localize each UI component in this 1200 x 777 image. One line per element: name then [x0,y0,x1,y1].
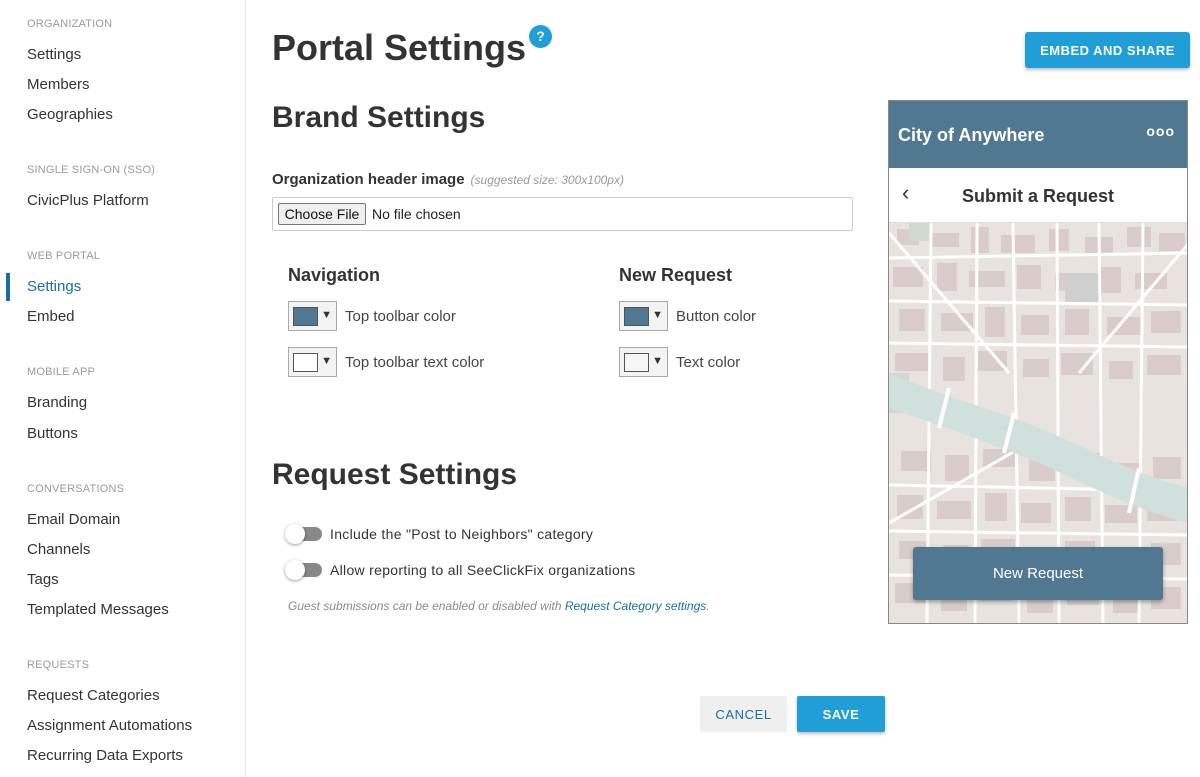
toolbar-text-color-picker[interactable]: ▼ [288,347,337,377]
toggle-knob [285,524,305,544]
preview-subheader: ‹ Submit a Request [889,168,1187,223]
page-title: Portal Settings [272,27,527,68]
button-color-chip [624,307,649,326]
sidebar-item-branding[interactable]: Branding [27,394,87,411]
cancel-button[interactable]: CANCEL [700,696,787,732]
post-to-neighbors-toggle[interactable] [285,524,322,544]
new-request-heading: New Request [619,265,733,285]
header-image-hint: (suggested size: 300x100px) [470,173,624,187]
all-orgs-toggle[interactable] [285,560,322,580]
sidebar-item-members[interactable]: Members [27,76,90,93]
chevron-down-icon: ▼ [321,355,332,367]
sidebar: ORGANIZATION Settings Members Geographie… [0,0,246,777]
sidebar-section-web-portal: WEB PORTAL [27,250,101,262]
text-color-chip [624,353,649,372]
sidebar-section-organization: ORGANIZATION [27,18,113,30]
more-icon: ooo [1146,123,1175,139]
sidebar-item-tags[interactable]: Tags [27,571,59,588]
sidebar-item-channels[interactable]: Channels [27,541,90,558]
navigation-heading: Navigation [288,265,381,285]
save-button[interactable]: SAVE [797,696,885,732]
chevron-down-icon: ▼ [652,309,663,321]
header-image-label: Organization header image (suggested size… [272,171,624,188]
sidebar-item-templated-messages[interactable]: Templated Messages [27,601,169,618]
sidebar-item-portal-settings[interactable]: Settings [27,278,81,295]
sidebar-item-embed[interactable]: Embed [27,308,75,325]
chevron-down-icon: ▼ [652,355,663,367]
guest-note: Guest submissions can be enabled or disa… [288,599,710,613]
button-color-picker[interactable]: ▼ [619,301,668,331]
preview-toolbar-title: City of Anywhere [898,125,1045,145]
post-to-neighbors-label: Include the "Post to Neighbors" category [330,526,594,542]
text-color-picker[interactable]: ▼ [619,347,668,377]
file-status: No file chosen [372,206,461,222]
toolbar-color-chip [293,307,318,326]
file-input[interactable]: Choose File No file chosen [272,197,853,231]
choose-file-button[interactable]: Choose File [278,203,366,225]
help-icon[interactable]: ? [529,25,552,48]
chevron-down-icon: ▼ [321,309,332,321]
toolbar-color-label: Top toolbar color [345,308,456,325]
sidebar-item-buttons[interactable]: Buttons [27,425,78,442]
sidebar-item-recurring-data-exports[interactable]: Recurring Data Exports [27,747,183,764]
button-color-label: Button color [676,308,757,325]
sidebar-item-civicplus-platform[interactable]: CivicPlus Platform [27,192,149,209]
all-orgs-label: Allow reporting to all SeeClickFix organ… [330,562,636,578]
sidebar-section-conversations: CONVERSATIONS [27,483,125,495]
header-image-label-text: Organization header image [272,171,465,188]
request-category-settings-link[interactable]: Request Category settings [565,599,706,613]
embed-and-share-button[interactable]: EMBED AND SHARE [1025,32,1190,68]
toggle-knob [285,560,305,580]
active-indicator [6,273,10,301]
sidebar-section-mobile-app: MOBILE APP [27,366,96,378]
sidebar-item-geographies[interactable]: Geographies [27,106,113,123]
sidebar-section-sso: SINGLE SIGN-ON (SSO) [27,164,156,176]
sidebar-item-email-domain[interactable]: Email Domain [27,511,120,528]
toolbar-text-color-label: Top toolbar text color [345,354,485,371]
preview-new-request-button: New Request [913,547,1163,600]
toolbar-text-color-chip [293,353,318,372]
request-settings-heading: Request Settings [272,458,518,491]
guest-note-end: . [706,599,710,613]
mobile-preview: City of Anywhere ooo ‹ Submit a Request … [888,100,1188,624]
sidebar-item-assignment-automations[interactable]: Assignment Automations [27,717,192,734]
sidebar-item-request-categories[interactable]: Request Categories [27,687,160,704]
guest-note-text: Guest submissions can be enabled or disa… [288,599,562,613]
toolbar-color-picker[interactable]: ▼ [288,301,337,331]
sidebar-item-org-settings[interactable]: Settings [27,46,81,63]
sidebar-section-requests: REQUESTS [27,659,90,671]
preview-subtitle: Submit a Request [961,186,1115,206]
brand-settings-heading: Brand Settings [272,101,486,134]
text-color-label: Text color [676,354,741,371]
preview-toolbar: City of Anywhere ooo [889,101,1187,168]
